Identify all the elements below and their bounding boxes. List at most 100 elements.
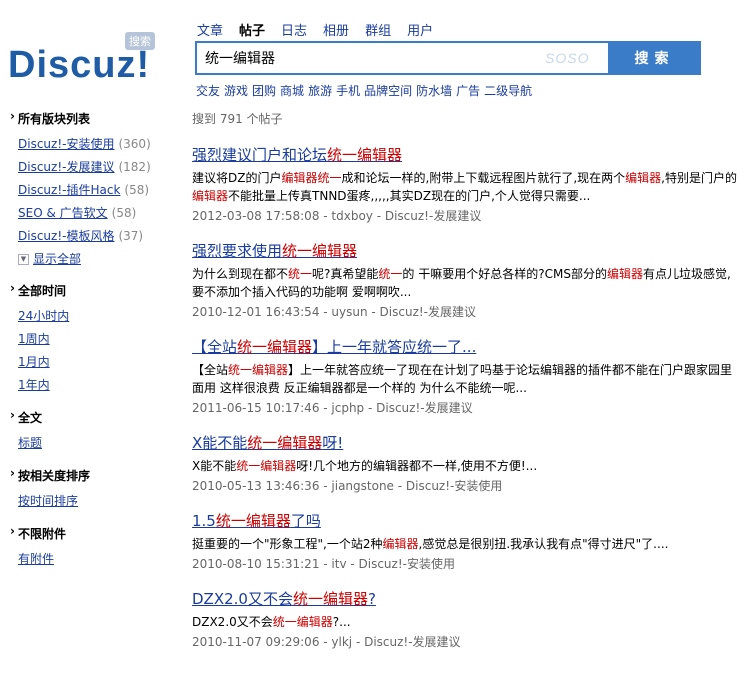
tab-0[interactable]: 文章 xyxy=(197,20,223,39)
forum-filter-link[interactable]: SEO & 广告软文 xyxy=(18,206,108,220)
tab-2[interactable]: 日志 xyxy=(281,20,307,39)
forum-filter-item: Discuz!-插件Hack (58) xyxy=(10,179,180,202)
result-title-link[interactable]: 强烈建议门户和论坛统一编辑器 xyxy=(192,144,402,165)
attachment-filter-link[interactable]: 有附件 xyxy=(18,552,54,566)
keyword-highlight: 统一编辑器 xyxy=(272,615,333,629)
sort-filter-item: 按时间排序 xyxy=(10,490,180,513)
result-snippet: 为什么到现在都不统一呢?真希望能统一的 干嘛要用个好总各样的?CMS部分的编辑器… xyxy=(192,265,742,301)
search-type-tabs: 文章 帖子 日志 相册 群组 用户 xyxy=(197,20,449,39)
time-filter-item: 1月内 xyxy=(10,351,180,374)
time-filter-link[interactable]: 1月内 xyxy=(18,355,50,369)
tab-5[interactable]: 用户 xyxy=(407,20,433,39)
forum-filter-item: Discuz!-模板风格 (37) xyxy=(10,225,180,248)
quick-link[interactable]: 交友 xyxy=(196,84,220,98)
fulltext-filter-item: 标题 xyxy=(10,432,180,455)
result-snippet: 建议将DZ的门户编辑器统一成和论坛一样的,附带上下载远程图片就行了,现在两个编辑… xyxy=(192,169,742,205)
search-results: 搜到 791 个帖子 强烈建议门户和论坛统一编辑器 建议将DZ的门户编辑器统一成和… xyxy=(192,110,742,666)
quick-link[interactable]: 旅游 xyxy=(308,84,332,98)
title-text: 了吗 xyxy=(290,512,321,530)
keyword-highlight: 统一编辑器 xyxy=(237,338,313,356)
result-title-link[interactable]: X能不能统一编辑器呀! xyxy=(192,432,343,453)
result-item: 1.5统一编辑器了吗挺重要的一个"形象工程",一个站2种编辑器,感觉总是很别扭.… xyxy=(192,510,742,572)
result-snippet: X能不能统一编辑器呀!几个地方的编辑器都不一样,使用不方便!... xyxy=(192,457,742,475)
logo-text: Discuz! xyxy=(8,44,151,86)
result-snippet: DZX2.0又不会统一编辑器?... xyxy=(192,613,742,631)
quick-link[interactable]: 团购 xyxy=(252,84,276,98)
keyword-highlight: 统一编辑器 xyxy=(282,242,358,260)
forum-filter-item: Discuz!-发展建议 (182) xyxy=(10,156,180,179)
forum-filter-link[interactable]: Discuz!-安装使用 xyxy=(18,137,114,151)
title-text: 】上一年就答应统一了... xyxy=(312,338,477,356)
soso-brand: SOSO xyxy=(545,50,590,66)
forum-filter-count: (182) xyxy=(118,160,151,174)
forum-filter-count: (360) xyxy=(118,137,151,151)
quick-link[interactable]: 品牌空间 xyxy=(364,84,412,98)
snippet-text: 呀!几个地方的编辑器都不一样,使用不方便!... xyxy=(296,459,538,473)
snippet-text: 成和论坛一样的,附带上下载远程图片就行了,现在两个 xyxy=(341,171,626,185)
title-text: 强烈建议门户和论坛 xyxy=(192,146,328,164)
time-filter-link[interactable]: 24小时内 xyxy=(18,309,69,323)
time-filter-link[interactable]: 1周内 xyxy=(18,332,50,346)
quick-link[interactable]: 广告 xyxy=(456,84,480,98)
snippet-text: 的 干嘛要用个好总各样的?CMS部分的 xyxy=(402,267,607,281)
keyword-highlight: 编辑器 xyxy=(281,171,318,185)
keyword-highlight: 编辑器 xyxy=(192,189,229,203)
title-text: 【全站 xyxy=(192,338,238,356)
snippet-text: X能不能 xyxy=(192,459,237,473)
forum-filter-link[interactable]: Discuz!-发展建议 xyxy=(18,160,114,174)
result-title-link[interactable]: 1.5统一编辑器了吗 xyxy=(192,510,321,531)
show-all-forums[interactable]: ▼ 显示全部 xyxy=(10,248,180,270)
show-all-link[interactable]: 显示全部 xyxy=(33,252,81,266)
snippet-text: 呢?真希望能 xyxy=(312,267,379,281)
keyword-highlight: 编辑器 xyxy=(625,171,662,185)
result-meta: 2010-08-10 15:31:21 - itv - Discuz!-安装使用 xyxy=(192,557,455,571)
result-title-link[interactable]: 【全站统一编辑器】上一年就答应统一了... xyxy=(192,336,476,357)
attachment-filter-title: 不限附件 xyxy=(10,524,180,542)
snippet-text: DZX2.0又不会 xyxy=(192,615,273,629)
forum-filter-link[interactable]: Discuz!-插件Hack xyxy=(18,183,120,197)
result-title-link[interactable]: 强烈要求使用统一编辑器 xyxy=(192,240,357,261)
sort-filter-link[interactable]: 按时间排序 xyxy=(18,494,78,508)
forum-filter-link[interactable]: Discuz!-模板风格 xyxy=(18,229,114,243)
expand-icon: ▼ xyxy=(18,254,29,265)
result-title-link[interactable]: DZX2.0又不会统一编辑器? xyxy=(192,588,376,609)
time-filter-link[interactable]: 1年内 xyxy=(18,378,50,392)
tab-3[interactable]: 相册 xyxy=(323,20,349,39)
discuz-logo[interactable]: Discuz! 搜索 xyxy=(8,32,178,86)
search-button[interactable]: 搜索 xyxy=(608,41,701,75)
keyword-highlight: 统一编辑器 xyxy=(247,434,323,452)
title-text: 呀! xyxy=(322,434,344,452)
result-snippet: 挺重要的一个"形象工程",一个站2种编辑器,感觉总是很别扭.我承认我有点"得寸进… xyxy=(192,535,742,553)
quick-link[interactable]: 商城 xyxy=(280,84,304,98)
title-text: ? xyxy=(367,590,376,608)
snippet-text: ,感觉总是很别扭.我承认我有点"得寸进尺"了.... xyxy=(418,537,669,551)
quick-link[interactable]: 二级导航 xyxy=(484,84,532,98)
quick-link[interactable]: 防水墙 xyxy=(416,84,452,98)
title-text: 1.5 xyxy=(192,512,216,530)
keyword-highlight: 统一 xyxy=(317,171,342,185)
result-meta: 2010-12-01 16:43:54 - uysun - Discuz!-发展… xyxy=(192,305,477,319)
time-filter-item: 1年内 xyxy=(10,374,180,397)
title-text: 强烈要求使用 xyxy=(192,242,283,260)
forum-filter-item: SEO & 广告软文 (58) xyxy=(10,202,180,225)
sort-filter-title: 按相关度排序 xyxy=(10,466,180,484)
keyword-highlight: 编辑器 xyxy=(382,537,419,551)
tab-4[interactable]: 群组 xyxy=(365,20,391,39)
search-bar: SOSO 搜索 xyxy=(195,41,701,75)
quick-link[interactable]: 游戏 xyxy=(224,84,248,98)
forum-filter-count: (58) xyxy=(124,183,150,197)
time-filter-title: 全部时间 xyxy=(10,281,180,299)
snippet-text: 【全站 xyxy=(192,363,229,377)
fulltext-filter-group: 全文 标题 xyxy=(10,408,180,455)
result-item: 强烈要求使用统一编辑器为什么到现在都不统一呢?真希望能统一的 干嘛要用个好总各样… xyxy=(192,240,742,320)
fulltext-filter-title: 全文 xyxy=(10,408,180,426)
tab-1[interactable]: 帖子 xyxy=(239,20,265,39)
result-item: 【全站统一编辑器】上一年就答应统一了... 【全站统一编辑器】上一年就答应统一了现… xyxy=(192,336,742,416)
fulltext-filter-link[interactable]: 标题 xyxy=(18,436,42,450)
forum-filter-count: (58) xyxy=(111,206,137,220)
sort-filter-group: 按相关度排序 按时间排序 xyxy=(10,466,180,513)
quick-link[interactable]: 手机 xyxy=(336,84,360,98)
title-text: DZX2.0又不会 xyxy=(192,590,293,608)
result-snippet: 【全站统一编辑器】上一年就答应统一了现在在计划了吗基于论坛编辑器的插件都不能在门… xyxy=(192,361,742,397)
logo-badge: 搜索 xyxy=(125,32,155,50)
